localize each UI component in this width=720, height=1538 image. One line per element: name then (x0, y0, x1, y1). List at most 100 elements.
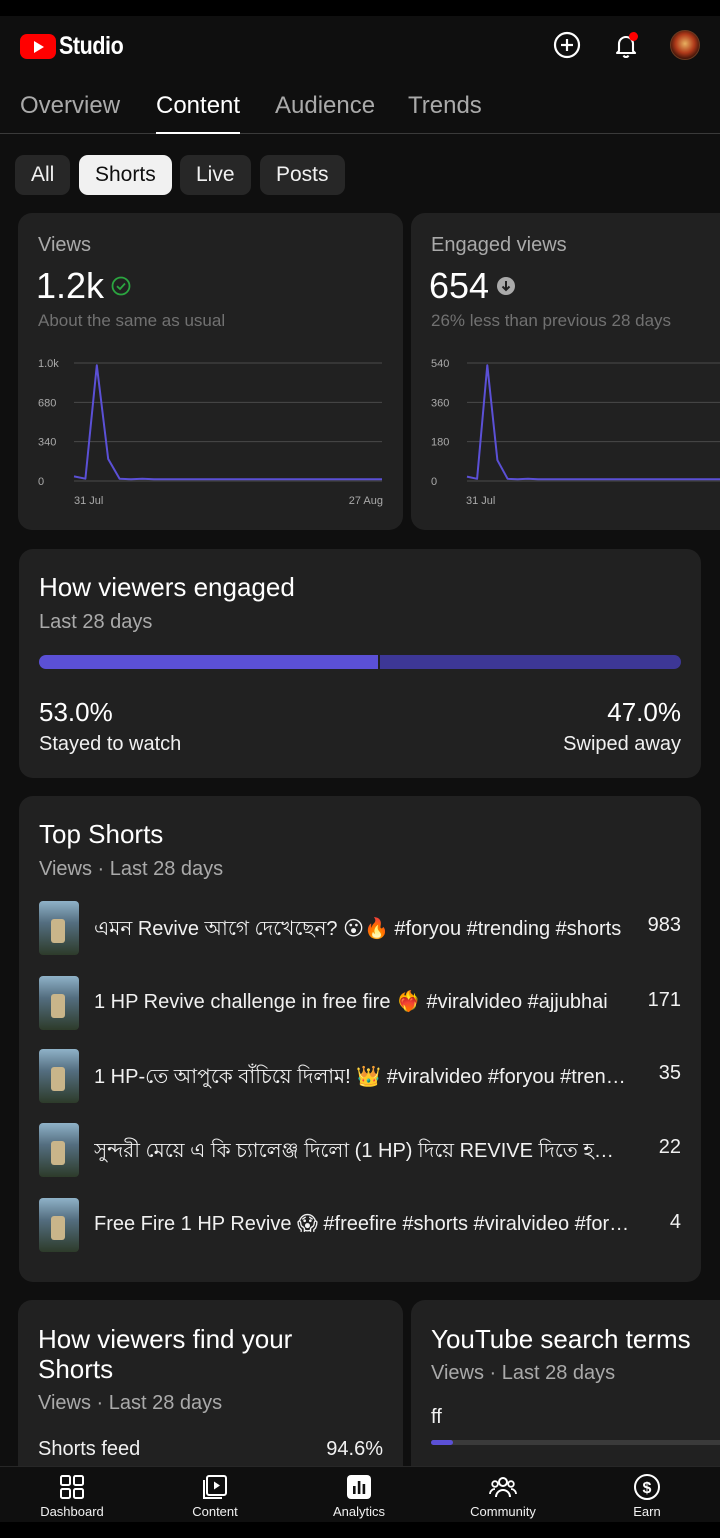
engaged-views-card[interactable]: Engaged views 654 26% less than previous… (411, 213, 720, 530)
nav-community[interactable]: Community (453, 1467, 553, 1522)
x-tick-label: 31 Jul (466, 495, 495, 507)
app-header: Studio (0, 16, 720, 76)
nav-label: Earn (633, 1504, 661, 1519)
traffic-source-label: Shorts feed (38, 1438, 141, 1460)
analytics-icon (347, 1475, 371, 1499)
x-tick-label: 31 Jul (74, 495, 103, 507)
views-card[interactable]: Views 1.2k About the same as usual 0 340 6… (18, 213, 403, 530)
studio-logo[interactable]: Studio (20, 32, 134, 61)
engagement-card[interactable]: How viewers engaged Last 28 days 53.0% S… (19, 549, 701, 778)
list-item[interactable]: Free Fire 1 HP Revive 😱 #freefire #short… (39, 1198, 681, 1252)
y-tick-label: 360 (431, 397, 449, 409)
stayed-percent: 53.0% (39, 697, 113, 727)
swiped-percent: 47.0% (607, 697, 681, 727)
y-tick-label: 540 (431, 358, 449, 370)
short-title: সুন্দরী মেয়ে এ কি চ্যালেঞ্জ দিলো (1 HP)… (94, 1140, 632, 1162)
short-thumbnail (39, 1123, 79, 1177)
bottom-navigation: Dashboard Content Analytics Community $ … (0, 1466, 720, 1522)
short-views: 983 (647, 914, 681, 936)
nav-label: Content (192, 1504, 238, 1519)
short-title: Free Fire 1 HP Revive 😱 #freefire #short… (94, 1213, 632, 1235)
studio-app: Studio Overview Content Audience Trends … (0, 16, 720, 1522)
short-views: 22 (658, 1136, 681, 1158)
chip-posts[interactable]: Posts (260, 155, 345, 195)
youtube-logo-icon (20, 34, 56, 59)
list-item[interactable]: 1 HP Revive challenge in free fire ❤️‍🔥 … (39, 976, 681, 1030)
nav-analytics[interactable]: Analytics (309, 1467, 409, 1522)
top-shorts-title: Top Shorts (39, 819, 164, 849)
engaged-views-value: 654 (429, 265, 517, 307)
channel-avatar[interactable] (670, 30, 700, 60)
y-tick-label: 180 (431, 437, 449, 449)
section-tabs: Overview Content Audience Trends (0, 88, 720, 134)
chip-all[interactable]: All (15, 155, 71, 195)
y-tick-label: 680 (38, 397, 56, 409)
tab-overview[interactable]: Overview (20, 92, 120, 134)
views-line-chart: 0 340 680 1.0k 31 Jul 27 Aug (38, 358, 383, 507)
short-title: 1 HP-তে আপুকে বাঁচিয়ে দিলাম! 👑 #viralvi… (94, 1066, 632, 1088)
swiped-label: Swiped away (563, 733, 681, 755)
arrow-down-circle-icon (497, 277, 516, 295)
short-views: 4 (669, 1211, 681, 1233)
top-shorts-subtitle: Views · Last 28 days (39, 858, 224, 880)
engaged-views-label: Engaged views (431, 234, 567, 256)
y-tick-label: 0 (38, 476, 44, 488)
nav-label: Dashboard (40, 1504, 104, 1519)
svg-text:$: $ (643, 1480, 652, 1497)
top-shorts-card: Top Shorts Views · Last 28 days এমন Revi… (19, 796, 701, 1282)
stayed-label: Stayed to watch (39, 733, 182, 755)
chip-shorts[interactable]: Shorts (79, 155, 172, 195)
engagement-title: How viewers engaged (39, 572, 295, 602)
short-thumbnail (39, 1049, 79, 1103)
nav-content[interactable]: Content (165, 1467, 265, 1522)
list-item[interactable]: সুন্দরী মেয়ে এ কি চ্যালেঞ্জ দিলো (1 HP)… (39, 1123, 681, 1177)
short-title: 1 HP Revive challenge in free fire ❤️‍🔥 … (94, 991, 608, 1013)
views-value: 1.2k (36, 265, 132, 307)
series-line (466, 364, 720, 481)
y-tick-label: 1.0k (38, 358, 59, 370)
short-views: 171 (647, 989, 681, 1011)
views-number: 1.2k (36, 265, 105, 306)
dashboard-icon (60, 1475, 84, 1499)
nav-earn[interactable]: $ Earn (597, 1467, 697, 1522)
nav-label: Analytics (332, 1504, 386, 1519)
content-icon (203, 1475, 227, 1499)
find-shorts-title: How viewers find your Shorts (38, 1324, 293, 1384)
check-circle-icon (111, 276, 131, 296)
views-note: About the same as usual (38, 311, 226, 330)
engaged-views-note: 26% less than previous 28 days (431, 311, 672, 330)
x-tick-label: 27 Aug (349, 495, 383, 507)
list-item[interactable]: এমন Revive আগে দেখেছেন? 😮🔥 #foryou #tren… (39, 901, 681, 955)
short-thumbnail (39, 901, 79, 955)
engaged-views-number: 654 (429, 265, 490, 306)
stayed-bar (39, 655, 378, 669)
find-shorts-subtitle: Views · Last 28 days (38, 1392, 223, 1414)
list-item[interactable]: 1 HP-তে আপুকে বাঁচিয়ে দিলাম! 👑 #viralvi… (39, 1049, 681, 1103)
notifications-bell-icon[interactable] (611, 30, 641, 60)
series-line (73, 364, 382, 481)
short-thumbnail (39, 1198, 79, 1252)
short-thumbnail (39, 976, 79, 1030)
create-plus-icon[interactable] (552, 30, 582, 60)
tab-audience[interactable]: Audience (275, 92, 375, 134)
views-label: Views (38, 234, 91, 256)
y-tick-label: 0 (431, 476, 437, 488)
short-title: এমন Revive আগে দেখেছেন? 😮🔥 #foryou #tren… (94, 918, 622, 940)
search-term: ff (431, 1406, 442, 1428)
community-icon (489, 1477, 517, 1498)
earn-icon: $ (634, 1474, 660, 1500)
brand-name: Studio (59, 32, 124, 60)
chip-live[interactable]: Live (180, 155, 251, 195)
nav-label: Community (470, 1504, 536, 1519)
swiped-bar (380, 655, 681, 669)
short-views: 35 (658, 1062, 681, 1084)
tab-content[interactable]: Content (156, 92, 241, 134)
search-term-bar-fill (431, 1440, 453, 1445)
tab-trends[interactable]: Trends (408, 92, 482, 134)
nav-dashboard[interactable]: Dashboard (22, 1467, 122, 1522)
notification-dot (629, 32, 638, 41)
y-tick-label: 340 (38, 437, 56, 449)
search-terms-subtitle: Views · Last 28 days (431, 1362, 616, 1384)
traffic-source-value: 94.6% (326, 1438, 383, 1460)
search-terms-title: YouTube search terms (431, 1324, 691, 1354)
